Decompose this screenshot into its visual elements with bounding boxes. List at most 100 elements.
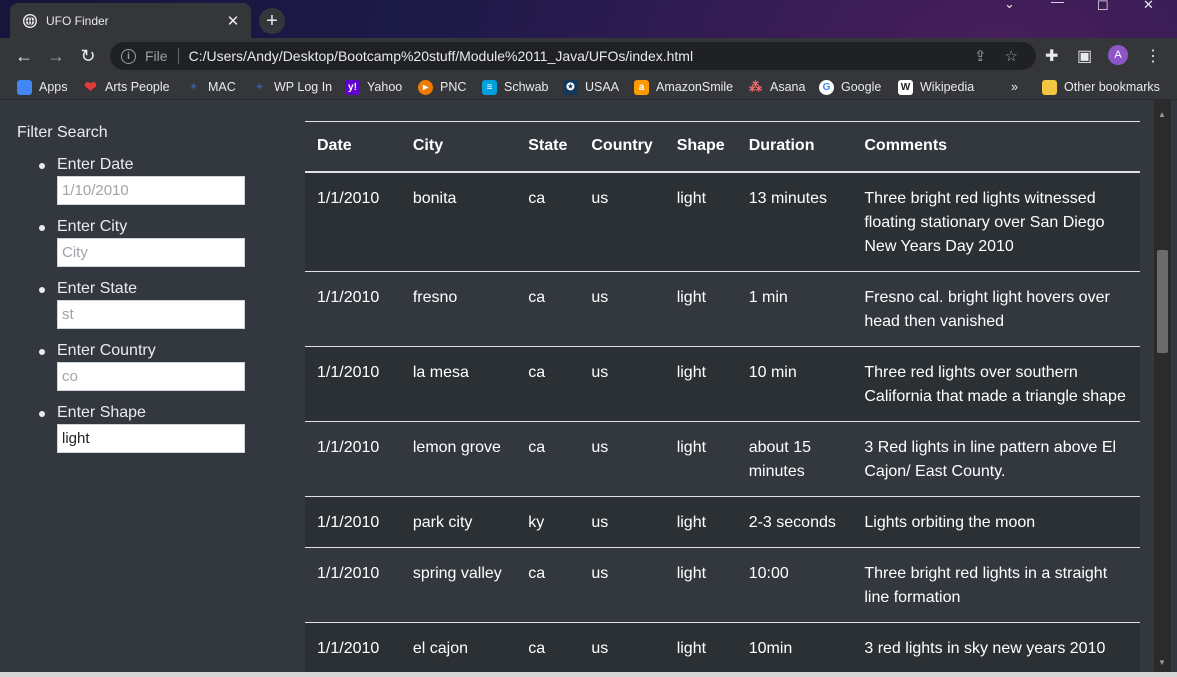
column-header-date: Date bbox=[305, 121, 401, 173]
cell-city: lemon grove bbox=[400, 421, 517, 497]
bookmark-usaa[interactable]: ✪ USAA bbox=[563, 78, 619, 96]
tab-ufo-finder[interactable]: UFO Finder ✕ bbox=[10, 3, 251, 38]
filter-item-shape: Enter Shape bbox=[39, 404, 245, 466]
tab-title: UFO Finder bbox=[46, 13, 109, 28]
cell-country: us bbox=[579, 547, 665, 623]
cell-country: us bbox=[579, 421, 665, 497]
country-input[interactable] bbox=[57, 362, 245, 391]
cell-state: ca bbox=[516, 421, 580, 497]
table-row: 1/1/2010 el cajon ca us light 10min 3 red ligh… bbox=[305, 622, 1140, 674]
scrollbar-thumb[interactable] bbox=[1157, 250, 1168, 353]
date-input[interactable] bbox=[57, 176, 245, 205]
cell-shape: light bbox=[664, 496, 737, 548]
cell-duration: 10 min bbox=[736, 346, 853, 422]
cell-country: us bbox=[579, 496, 665, 548]
new-tab-button[interactable]: + bbox=[259, 8, 285, 34]
extensions-puzzle-icon[interactable]: ✚ bbox=[1045, 46, 1058, 66]
tab-strip: UFO Finder ✕ + ⌄ — ☐ ✕ bbox=[0, 0, 1177, 38]
heart-icon: ❤ bbox=[84, 79, 97, 96]
more-bookmarks-button[interactable]: » bbox=[1011, 78, 1018, 96]
cell-duration: 1 min bbox=[736, 271, 853, 347]
bookmark-label: WP Log In bbox=[274, 80, 333, 94]
column-header-shape: Shape bbox=[664, 121, 737, 173]
cell-comments: Three bright red lights witnessed floati… bbox=[852, 171, 1140, 272]
bookmark-label: USAA bbox=[585, 80, 620, 94]
usaa-icon: ✪ bbox=[563, 79, 578, 95]
menu-dots-icon[interactable]: ⋮ bbox=[1145, 46, 1161, 66]
share-icon[interactable]: ⇪ bbox=[974, 47, 987, 65]
bookmark-schwab[interactable]: ≡ Schwab bbox=[482, 78, 548, 96]
close-tab-icon[interactable]: ✕ bbox=[225, 12, 241, 30]
address-bar[interactable]: i File C:/Users/Andy/Desktop/Bootcamp%20… bbox=[110, 42, 1036, 70]
city-input[interactable] bbox=[57, 238, 245, 267]
cell-country: us bbox=[579, 346, 665, 422]
reload-icon[interactable]: ↻ bbox=[76, 44, 100, 68]
cell-country: us bbox=[579, 271, 665, 347]
back-arrow-icon[interactable]: ← bbox=[12, 44, 36, 68]
bookmark-pnc[interactable]: ▸ PNC bbox=[418, 78, 466, 96]
cell-city: fresno bbox=[400, 271, 517, 347]
cell-date: 1/1/2010 bbox=[305, 547, 401, 623]
side-panel-icon[interactable]: ▣ bbox=[1077, 46, 1092, 66]
bookmark-amazonsmile[interactable]: a AmazonSmile bbox=[634, 78, 733, 96]
cell-city: bonita bbox=[400, 171, 517, 272]
bookmark-yahoo[interactable]: y! Yahoo bbox=[345, 78, 402, 96]
bookmark-mac[interactable]: ✦ MAC bbox=[186, 78, 235, 96]
column-header-city: City bbox=[400, 121, 517, 173]
bookmark-star-icon[interactable]: ☆ bbox=[1005, 47, 1018, 65]
cell-comments: Fresno cal. bright light hovers over hea… bbox=[852, 271, 1140, 347]
apps-grid-icon bbox=[17, 79, 32, 95]
bookmark-wp-log-in[interactable]: ✦ WP Log In bbox=[252, 78, 332, 96]
table-body: 1/1/2010 bonita ca us light 13 minutes Three b… bbox=[305, 171, 1140, 674]
filter-item-city: Enter City bbox=[39, 218, 245, 280]
bookmark-wikipedia[interactable]: W Wikipedia bbox=[898, 78, 974, 96]
shape-label: Enter Shape bbox=[57, 404, 146, 421]
bookmark-label: Arts People bbox=[105, 80, 170, 94]
page-content: Filter Search Enter Date Enter City Ente… bbox=[0, 100, 1177, 677]
table-header-row: Date City State Country Shape Duration C… bbox=[305, 121, 1140, 173]
bookmark-label: Wikipedia bbox=[920, 80, 975, 94]
other-bookmarks[interactable]: Other bookmarks bbox=[1042, 78, 1160, 96]
country-label: Enter Country bbox=[57, 342, 156, 359]
bookmark-label: Yahoo bbox=[367, 80, 403, 94]
bookmark-google[interactable]: G Google bbox=[819, 78, 881, 96]
maximize-icon[interactable]: ☐ bbox=[1097, 0, 1109, 13]
cell-city: el cajon bbox=[400, 622, 517, 674]
cell-comments: Three red lights over southern Californi… bbox=[852, 346, 1140, 422]
column-header-state: State bbox=[516, 121, 580, 173]
profile-avatar[interactable]: A bbox=[1108, 45, 1128, 65]
forward-arrow-icon[interactable]: → bbox=[44, 44, 68, 68]
info-icon[interactable]: i bbox=[121, 48, 136, 64]
vertical-scrollbar[interactable]: ▲ ▼ bbox=[1154, 100, 1171, 677]
browser-toolbar: ← → ↻ i File C:/Users/Andy/Desktop/Bootc… bbox=[0, 38, 1177, 74]
wp-icon: ✦ bbox=[255, 81, 264, 93]
table-row: 1/1/2010 park city ky us light 2-3 seconds Lig… bbox=[305, 496, 1140, 548]
window-close-icon[interactable]: ✕ bbox=[1143, 0, 1154, 12]
url-text[interactable]: C:/Users/Andy/Desktop/Bootcamp%20stuff/M… bbox=[189, 48, 974, 64]
state-input[interactable] bbox=[57, 300, 245, 329]
shape-input[interactable] bbox=[57, 424, 245, 453]
chevron-down-icon[interactable]: ⌄ bbox=[1004, 0, 1015, 11]
cell-date: 1/1/2010 bbox=[305, 421, 401, 497]
wikipedia-icon: W bbox=[898, 79, 913, 95]
cell-state: ky bbox=[516, 496, 580, 548]
cell-shape: light bbox=[664, 421, 737, 497]
filter-item-country: Enter Country bbox=[39, 342, 245, 404]
cell-state: ca bbox=[516, 547, 580, 623]
cell-shape: light bbox=[664, 171, 737, 272]
cell-state: ca bbox=[516, 622, 580, 674]
minimize-icon[interactable]: — bbox=[1051, 0, 1064, 9]
schwab-icon: ≡ bbox=[482, 79, 497, 95]
scroll-up-icon[interactable]: ▲ bbox=[1158, 110, 1166, 119]
cell-duration: about 15 minutes bbox=[736, 421, 853, 497]
date-label: Enter Date bbox=[57, 156, 134, 173]
cell-duration: 10min bbox=[736, 622, 853, 674]
bookmark-asana[interactable]: ⁂ Asana bbox=[748, 78, 805, 96]
bookmark-apps[interactable]: Apps bbox=[17, 78, 68, 96]
scroll-down-icon[interactable]: ▼ bbox=[1158, 658, 1166, 667]
filter-item-state: Enter State bbox=[39, 280, 245, 342]
bookmark-arts-people[interactable]: ❤ Arts People bbox=[83, 78, 170, 96]
asana-icon: ⁂ bbox=[749, 79, 762, 94]
column-header-country: Country bbox=[579, 121, 665, 173]
globe-icon bbox=[23, 13, 37, 28]
